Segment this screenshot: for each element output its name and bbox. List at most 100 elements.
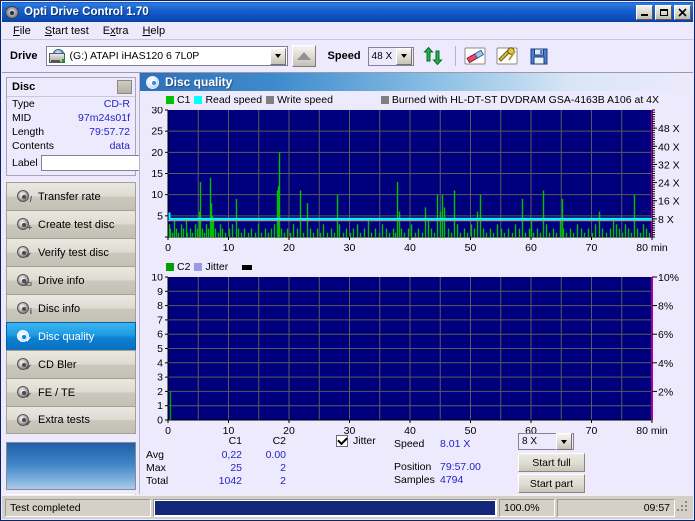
legend-entry-c2: C2 bbox=[166, 261, 190, 273]
svg-text:6%: 6% bbox=[658, 329, 673, 341]
legend-label-jitter: Jitter bbox=[205, 261, 229, 273]
svg-text:25: 25 bbox=[151, 126, 163, 138]
sidebar-item-verify-test-disc[interactable]: ✓ Verify test disc bbox=[6, 238, 136, 266]
svg-text:0: 0 bbox=[165, 242, 171, 254]
sidebar-item-transfer-rate[interactable]: / Transfer rate bbox=[6, 182, 136, 210]
svg-text:7: 7 bbox=[157, 314, 163, 326]
test-speed-dropdown-arrow-icon[interactable] bbox=[556, 433, 572, 450]
legend-label-read-speed: Read speed bbox=[205, 94, 263, 106]
start-full-button[interactable]: Start full bbox=[518, 453, 585, 472]
svg-text:40: 40 bbox=[404, 242, 416, 254]
sidebar-item-disc-info[interactable]: i Disc info bbox=[6, 294, 136, 322]
c2-chart-legend: C2 Jitter bbox=[140, 260, 693, 274]
disc-row-contents: Contents data bbox=[7, 139, 135, 153]
save-icon[interactable] bbox=[526, 44, 552, 68]
tools-icon[interactable] bbox=[494, 44, 520, 68]
stats-row-total-c1: 1042 bbox=[218, 475, 242, 487]
menu-label-start-test: tart test bbox=[52, 24, 89, 37]
legend-label-burned-with: Burned with HL-DT-ST DVDRAM GSA-4163B A1… bbox=[391, 94, 660, 106]
disc-label-key: Label bbox=[12, 157, 38, 169]
disc-quality-icon: ✓ bbox=[16, 329, 32, 344]
drive-select-value: (G:) ATAPI iHAS120 6 7L0P bbox=[69, 50, 200, 62]
svg-text:30: 30 bbox=[344, 242, 356, 254]
application-window: Opti Drive Control 1.70 File Start test … bbox=[0, 0, 695, 521]
drive-select[interactable]: (G:) ATAPI iHAS120 6 7L0P bbox=[45, 46, 288, 66]
legend-label-c2: C2 bbox=[177, 261, 191, 273]
maximize-button[interactable] bbox=[655, 4, 672, 20]
status-message: Test completed bbox=[5, 498, 151, 517]
menu-item-extra[interactable]: Extra bbox=[96, 23, 136, 39]
disc-create-icon: + bbox=[16, 217, 32, 232]
legend-swatch-extra bbox=[242, 264, 253, 270]
disc-panel-button[interactable] bbox=[117, 80, 132, 94]
legend-swatch-jitter bbox=[194, 263, 203, 271]
svg-text:8%: 8% bbox=[658, 301, 673, 313]
page-title: Disc quality bbox=[165, 75, 233, 89]
speed-dropdown-arrow-icon[interactable] bbox=[395, 47, 412, 65]
speed-select[interactable]: 48 X bbox=[367, 46, 414, 66]
sidebar-item-fe-te[interactable]: ✓ FE / TE bbox=[6, 378, 136, 406]
drive-dropdown-arrow-icon[interactable] bbox=[269, 47, 286, 65]
main-panel-header: Disc quality bbox=[140, 73, 693, 91]
resize-grip-icon[interactable] bbox=[677, 501, 690, 514]
disc-verify-icon: ✓ bbox=[16, 245, 32, 260]
svg-text:1: 1 bbox=[157, 400, 163, 412]
legend-entry-jitter: Jitter bbox=[194, 261, 228, 273]
disc-row-type-key: Type bbox=[12, 98, 35, 110]
drive-toolbar: Drive (G:) ATAPI iHAS120 6 7L0P Speed 48… bbox=[2, 40, 693, 73]
svg-text:3: 3 bbox=[157, 372, 163, 384]
menu-item-file[interactable]: File bbox=[6, 23, 38, 39]
menu-item-help[interactable]: Help bbox=[135, 23, 172, 39]
stats-col-header-c2: C2 bbox=[272, 435, 286, 447]
menu-label-help: elp bbox=[150, 24, 166, 37]
drive-icon bbox=[48, 48, 66, 64]
stats-position-value: 79:57.00 bbox=[440, 461, 481, 473]
disc-info-icon: i bbox=[16, 301, 32, 316]
sidebar-item-extra-tests[interactable]: ✓ Extra tests bbox=[6, 406, 136, 434]
minimize-button[interactable] bbox=[636, 4, 653, 20]
menu-label-file: ile bbox=[19, 24, 31, 37]
test-nav-list: / Transfer rate + Create test disc ✓ Ver… bbox=[6, 182, 136, 434]
jitter-checkbox[interactable]: Jitter bbox=[336, 434, 376, 447]
speed-select-value: 48 X bbox=[371, 50, 393, 62]
test-speed-select-value: 8 X bbox=[522, 436, 538, 447]
disc-quality-icon bbox=[146, 75, 159, 89]
app-disc-icon bbox=[5, 5, 20, 20]
disc-row-mid-key: MID bbox=[12, 112, 32, 124]
sidebar-item-disc-quality[interactable]: ✓ Disc quality bbox=[6, 322, 136, 350]
refresh-icon[interactable] bbox=[420, 44, 446, 68]
legend-label-c1: C1 bbox=[177, 94, 191, 106]
speed-label: Speed bbox=[327, 50, 361, 62]
progress-bar-fill bbox=[155, 500, 495, 515]
legend-swatch-c2 bbox=[166, 263, 174, 271]
test-speed-select[interactable]: 8 X bbox=[518, 433, 574, 450]
sidebar-item-cd-bler[interactable]: ✓ CD Bler bbox=[6, 350, 136, 378]
legend-swatch-burned-with bbox=[380, 96, 389, 104]
eject-button[interactable] bbox=[291, 45, 316, 67]
sidebar-item-drive-info[interactable]: ▭ Drive info bbox=[6, 266, 136, 294]
stats-row-total-key: Total bbox=[146, 475, 169, 487]
stats-speed-key: Speed bbox=[394, 438, 425, 450]
legend-label-write-speed: Write speed bbox=[277, 94, 333, 106]
sidebar-label-fe-te: FE / TE bbox=[38, 386, 76, 399]
svg-text:24 X: 24 X bbox=[658, 178, 680, 190]
legend-entry-write-speed: Write speed bbox=[266, 94, 333, 106]
sidebar-item-create-test-disc[interactable]: + Create test disc bbox=[6, 210, 136, 238]
svg-text:9: 9 bbox=[157, 286, 163, 298]
jitter-checkbox-box[interactable] bbox=[336, 434, 348, 447]
disc-row-mid-value: 97m24s01f bbox=[78, 112, 130, 124]
menu-bar: File Start test Extra Help bbox=[2, 22, 693, 40]
eraser-icon[interactable] bbox=[462, 44, 488, 68]
svg-text:5: 5 bbox=[157, 343, 163, 355]
sidebar-label-drive-info: Drive info bbox=[38, 274, 85, 287]
status-preview-panel bbox=[6, 442, 136, 490]
c2-chart: 0 1 2 3 4 5 6 7 8 9 10 0 10 20 30 40 50 60 70 80 min 2% 4% 6% 8… bbox=[140, 274, 693, 442]
start-part-button[interactable]: Start part bbox=[518, 474, 585, 493]
stats-row-max-c1: 25 bbox=[230, 462, 242, 474]
disc-row-length: Length 79:57.72 bbox=[7, 125, 135, 139]
menu-item-start-test[interactable]: Start test bbox=[38, 23, 96, 39]
disc-row-mid: MID 97m24s01f bbox=[7, 111, 135, 125]
legend-entry-c1: C1 bbox=[166, 94, 190, 106]
close-button[interactable] bbox=[674, 4, 691, 20]
progress-bar bbox=[153, 498, 497, 517]
